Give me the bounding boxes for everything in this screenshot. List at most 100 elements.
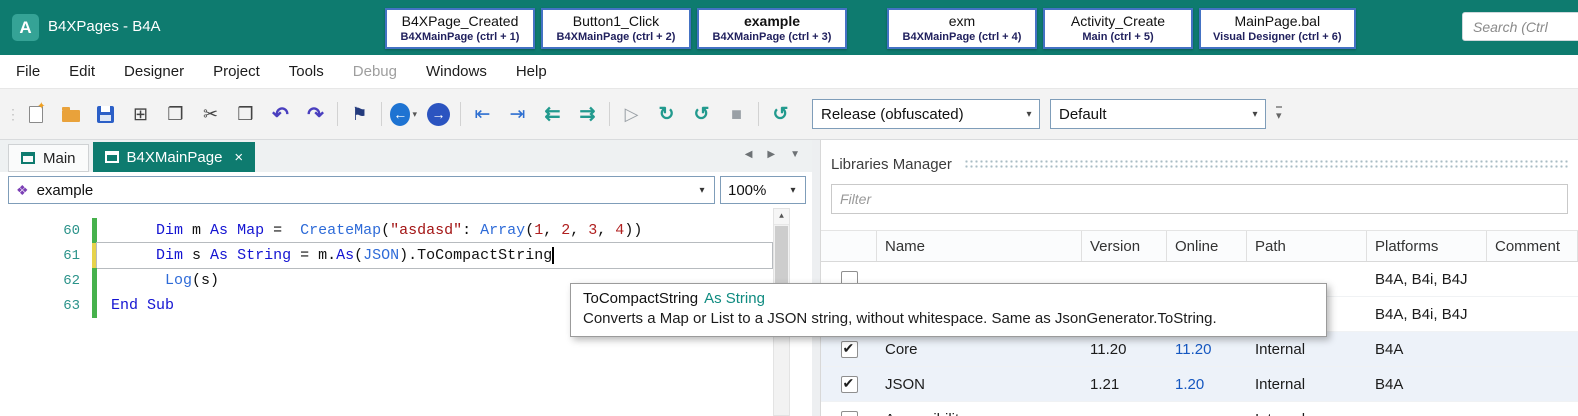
code-text[interactable]: Dim s As String = m.As(JSON).ToCompactSt… [97,243,772,268]
code-token: m [183,222,210,239]
scroll-up-icon[interactable]: ▲ [774,209,789,225]
modules-button[interactable]: ❐ [162,101,189,128]
header-path[interactable]: Path [1247,231,1367,261]
build-configuration-select[interactable]: Release (obfuscated) ▾ [812,99,1040,129]
comment-button[interactable]: ⇉ [574,101,601,128]
code-token: As [210,222,228,239]
menu-item[interactable]: Edit [69,63,95,80]
save-all-button[interactable]: ⊞ [127,101,154,128]
panel-splitter[interactable] [812,140,820,416]
menu-item[interactable]: Tools [289,63,324,80]
code-token: ( [525,222,534,239]
outdent-button[interactable]: ⇤ [469,101,496,128]
menu-item[interactable]: Windows [426,63,487,80]
menu-item[interactable]: File [16,63,40,80]
library-filter-input[interactable] [831,184,1568,214]
nav-forward-button[interactable]: → [425,101,452,128]
resume-button[interactable]: ↻ [653,101,680,128]
tooltip-member-name: ToCompactString [583,290,698,307]
header-comment[interactable]: Comment [1487,231,1578,261]
menu-item[interactable]: Debug [353,63,397,80]
undo-button[interactable]: ↶ [267,101,294,128]
chevron-down-icon: ▾ [785,185,801,196]
header-name[interactable]: Name [877,231,1082,261]
library-row[interactable]: Core 11.20 11.20 Internal B4A [821,332,1578,367]
app-logo-icon: A [12,14,39,41]
library-checkbox-cell [821,411,877,416]
resume-icon: ↻ [659,103,675,126]
tab-scroll-left-icon[interactable]: ◀ [745,149,753,160]
back-arrow-icon: ← [390,103,410,126]
toolbar-separator [609,102,610,126]
stop-button[interactable]: ■ [723,101,750,128]
code-token [111,247,156,264]
header-online[interactable]: Online [1167,231,1247,261]
step-button[interactable]: ↺ [688,101,715,128]
run-button[interactable]: ▷ [618,101,645,128]
library-checkbox-cell [821,341,877,358]
search-input[interactable] [1462,12,1578,41]
rebuild-button[interactable]: ↺ [767,101,794,128]
library-row[interactable]: JSON 1.21 1.20 Internal B4A [821,367,1578,402]
copy-button[interactable]: ❒ [232,101,259,128]
code-token: 1 [534,222,543,239]
menu-item[interactable]: Designer [124,63,184,80]
library-checkbox[interactable] [841,376,858,393]
code-text[interactable]: Dim m As Map = CreateMap("asdasd": Array… [97,218,772,243]
hotkey-tab[interactable]: exm B4XMainPage (ctrl + 4) [887,8,1037,49]
code-token [228,247,237,264]
indent-button[interactable]: ⇥ [504,101,531,128]
profile-select[interactable]: Default ▾ [1050,99,1266,129]
restart-icon: ↺ [773,103,789,126]
module-window-icon [105,151,119,163]
header-version[interactable]: Version [1082,231,1167,261]
bookmark-button[interactable]: ⚑ [346,101,373,128]
hotkey-tab[interactable]: B4XPage_Created B4XMainPage (ctrl + 1) [385,8,535,49]
library-row[interactable]: Accessibility Internal [821,402,1578,416]
hotkey-tab[interactable]: example B4XMainPage (ctrl + 3) [697,8,847,49]
hotkey-tab[interactable]: Activity_Create Main (ctrl + 5) [1043,8,1193,49]
library-checkbox[interactable] [841,411,858,416]
module-window-icon [21,152,35,164]
menu-item[interactable]: Project [213,63,260,80]
library-checkbox[interactable] [841,341,858,358]
forward-arrow-icon: → [427,103,450,126]
tooltip-description: Converts a Map or List to a JSON string,… [583,310,1314,327]
code-token: JSON [363,247,399,264]
hotkey-tab[interactable]: MainPage.bal Visual Designer (ctrl + 6) [1199,8,1356,49]
code-token: , [543,222,561,239]
library-platforms: B4A [1367,341,1487,358]
toolbar-drag-handle[interactable]: ⋮ [6,106,16,123]
new-module-button[interactable] [22,101,49,128]
modules-grid-icon: ⊞ [133,104,148,125]
library-online-link[interactable]: 11.20 [1167,341,1247,358]
window-title: B4XPages - B4A [48,18,161,35]
libraries-manager-panel: Libraries Manager Name Version Online Pa… [820,140,1578,416]
save-button[interactable] [92,101,119,128]
header-platforms[interactable]: Platforms [1367,231,1487,261]
menu-item[interactable]: Help [516,63,547,80]
folder-icon [62,110,80,122]
toolbar-separator [758,102,759,126]
tab-b4xmainpage[interactable]: B4XMainPage × [93,142,256,172]
nav-back-button[interactable]: ←▾ [390,101,417,128]
code-token: As [336,247,354,264]
intellisense-tooltip: ToCompactStringAs String Converts a Map … [570,283,1327,337]
cut-button[interactable]: ✂ [197,101,224,128]
redo-button[interactable]: ↷ [302,101,329,128]
back-caret-icon[interactable]: ▾ [412,109,417,120]
close-tab-icon[interactable]: × [234,149,243,166]
scrollbar-thumb[interactable] [775,226,788,284]
tab-main[interactable]: Main [8,144,89,172]
library-version: 1.21 [1082,376,1167,393]
zoom-select[interactable]: 100% ▾ [720,176,806,204]
hotkey-tab-target: B4XMainPage (ctrl + 3) [711,31,833,43]
library-online-link[interactable]: 1.20 [1167,376,1247,393]
toolbar-overflow-button[interactable]: ▾ [1276,106,1282,122]
uncomment-button[interactable]: ⇇ [539,101,566,128]
tab-list-icon[interactable]: ▼ [790,149,800,160]
member-select[interactable]: ❖ example ▾ [8,176,715,204]
tab-scroll-right-icon[interactable]: ▶ [767,149,775,160]
hotkey-tab[interactable]: Button1_Click B4XMainPage (ctrl + 2) [541,8,691,49]
open-project-button[interactable] [57,101,84,128]
